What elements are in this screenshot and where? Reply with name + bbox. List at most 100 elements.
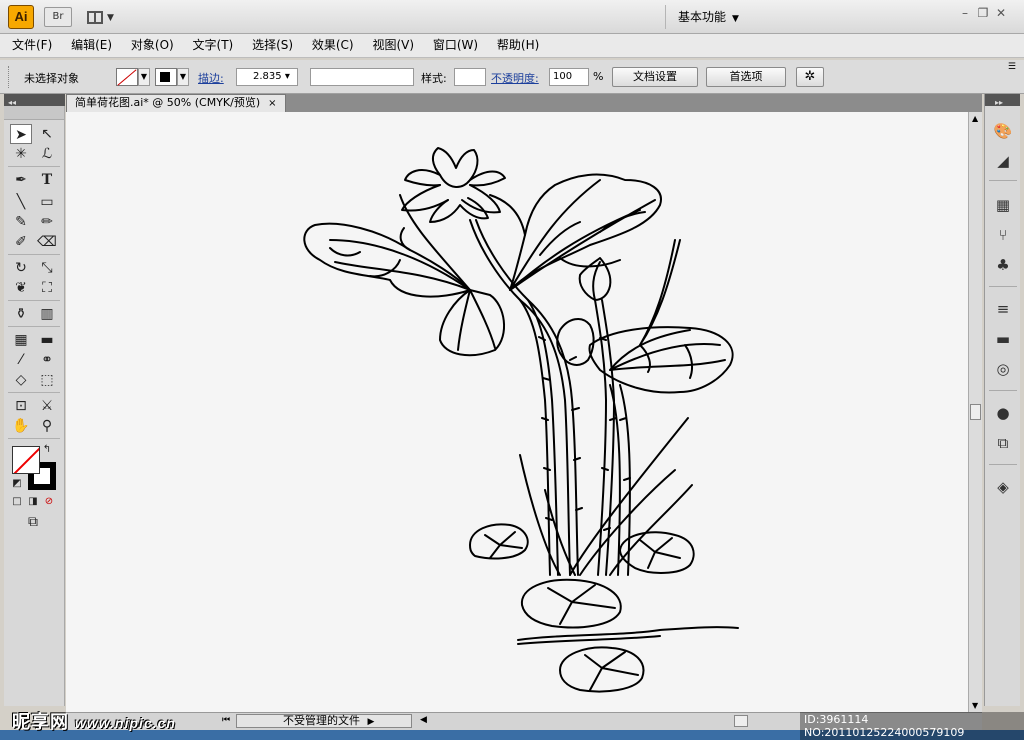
workspace-switcher[interactable]: 基本功能 ▼ <box>665 5 755 29</box>
stroke-weight-field[interactable]: 2.835 ▾ <box>236 68 298 86</box>
gradient-mode-icon[interactable]: ◨ <box>26 492 40 512</box>
layers-icon[interactable]: ◈ <box>991 476 1015 498</box>
color-guide-icon[interactable]: ◢ <box>991 150 1015 172</box>
brushes-icon[interactable]: ⑂ <box>991 224 1015 246</box>
none-mode-icon[interactable]: ⊘ <box>42 492 56 512</box>
menu-effect[interactable]: 效果(C) <box>312 34 354 56</box>
restore-icon[interactable]: ❐ <box>974 6 992 20</box>
type-tool-icon[interactable]: T <box>36 170 58 190</box>
pencil-tool-icon[interactable]: ✏ <box>36 212 58 232</box>
menu-window[interactable]: 窗口(W) <box>433 34 478 56</box>
opacity-field[interactable]: 100 <box>549 68 589 86</box>
vertical-scroll-thumb[interactable] <box>970 404 981 420</box>
artboard-canvas[interactable] <box>66 112 968 712</box>
graphic-styles-icon[interactable]: ⧉ <box>991 432 1015 454</box>
wand-options-button[interactable]: ✲ <box>796 67 824 87</box>
close-icon[interactable]: ✕ <box>992 6 1010 20</box>
divider <box>8 300 60 301</box>
panel-grip[interactable] <box>8 66 11 88</box>
direct-selection-tool-icon[interactable]: ↖ <box>36 124 58 144</box>
menu-help[interactable]: 帮助(H) <box>497 34 539 56</box>
scale-tool-icon[interactable]: ⤡ <box>36 258 58 278</box>
menu-object[interactable]: 对象(O) <box>131 34 174 56</box>
pen-tool-icon[interactable]: ✒ <box>10 170 32 190</box>
arrange-documents-button[interactable]: ▼ <box>82 7 118 27</box>
first-artboard-icon[interactable]: ⏮ <box>222 715 230 725</box>
swatches-icon[interactable]: ▦ <box>991 194 1015 216</box>
paintbrush-tool-icon[interactable]: ✎ <box>10 212 32 232</box>
stroke-swatch[interactable] <box>155 68 177 86</box>
default-colors-icon[interactable]: ◩ <box>10 474 24 494</box>
menu-view[interactable]: 视图(V) <box>372 34 414 56</box>
tools-collapse-strip[interactable]: ◂◂ <box>4 94 65 107</box>
document-setup-button[interactable]: 文档设置 <box>612 67 698 87</box>
menu-file[interactable]: 文件(F) <box>12 34 52 56</box>
scroll-down-icon[interactable]: ▼ <box>972 701 978 710</box>
live-paint-selection-tool-icon[interactable]: ⬚ <box>36 370 58 390</box>
app-logo[interactable]: Ai <box>8 5 34 29</box>
opacity-label[interactable]: 不透明度: <box>491 70 539 86</box>
magic-wand-icon: ✲ <box>804 69 816 84</box>
rotate-tool-icon[interactable]: ↻ <box>10 258 32 278</box>
color-palette-icon[interactable]: 🎨 <box>991 120 1015 142</box>
fill-color-icon[interactable] <box>12 446 40 474</box>
menu-type[interactable]: 文字(T) <box>193 34 234 56</box>
slice-tool-icon[interactable]: ⚔ <box>36 396 58 416</box>
stroke-weight-value: 2.835 <box>253 71 282 82</box>
selection-tool-icon[interactable]: ➤ <box>10 124 32 144</box>
bridge-button[interactable]: Br <box>44 7 72 27</box>
minimize-icon[interactable]: – <box>956 6 974 20</box>
variable-width-profile[interactable] <box>310 68 414 86</box>
horizontal-scroll-thumb[interactable] <box>734 715 748 727</box>
vertical-scrollbar[interactable]: ▲ ▼ <box>968 112 982 712</box>
divider <box>8 254 60 255</box>
scroll-left-icon[interactable]: ◀ <box>420 715 427 725</box>
hand-tool-icon[interactable]: ✋ <box>10 416 32 436</box>
symbols-icon[interactable]: ♣ <box>991 254 1015 276</box>
dock-collapse-strip[interactable]: ▸▸ <box>985 94 1020 107</box>
watermark-id: ID:3961114 NO:20110125224000579109 <box>800 712 1024 740</box>
menu-edit[interactable]: 编辑(E) <box>71 34 112 56</box>
artboard-tool-icon[interactable]: ⊡ <box>10 396 32 416</box>
close-tab-icon[interactable]: × <box>268 98 276 109</box>
mesh-tool-icon[interactable]: ▦ <box>10 330 32 350</box>
opacity-value: 100 <box>553 71 573 82</box>
eyedropper-tool-icon[interactable]: ⁄ <box>10 350 32 370</box>
eraser-tool-icon[interactable]: ⌫ <box>36 232 58 252</box>
appearance-icon[interactable]: ● <box>991 402 1015 424</box>
warp-tool-icon[interactable]: ❦ <box>10 278 32 298</box>
blob-brush-tool-icon[interactable]: ✐ <box>10 232 32 252</box>
live-paint-bucket-tool-icon[interactable]: ◇ <box>10 370 32 390</box>
fill-dropdown[interactable]: ▼ <box>138 68 150 86</box>
scroll-up-icon[interactable]: ▲ <box>972 114 978 123</box>
opacity-unit: % <box>593 70 604 83</box>
graphic-style-picker[interactable] <box>454 68 486 86</box>
swap-colors-icon[interactable]: ↰ <box>40 440 54 460</box>
line-tool-icon[interactable]: ╲ <box>10 192 32 212</box>
stroke-label[interactable]: 描边: <box>198 70 224 86</box>
stroke-dropdown[interactable]: ▼ <box>177 68 189 86</box>
lasso-tool-icon[interactable]: ℒ <box>36 144 58 164</box>
document-tab[interactable]: 简单荷花图.ai* @ 50% (CMYK/预览) × <box>66 94 286 112</box>
gradient-tool-icon[interactable]: ▬ <box>36 330 58 350</box>
gradient-panel-icon[interactable]: ▬ <box>991 328 1015 350</box>
style-label: 样式: <box>421 72 447 85</box>
graph-tool-icon[interactable]: ▥ <box>36 304 58 324</box>
screen-mode-icon[interactable]: ⧉ <box>22 512 44 532</box>
preferences-button[interactable]: 首选项 <box>706 67 786 87</box>
transparency-icon[interactable]: ◎ <box>991 358 1015 380</box>
panel-menu-icon[interactable]: ☰ <box>1008 62 1016 72</box>
file-status[interactable]: 不受管理的文件 ▶ <box>236 714 412 728</box>
color-mode-icon[interactable]: □ <box>10 492 24 512</box>
status-menu-icon[interactable]: ▶ <box>368 717 375 727</box>
zoom-tool-icon[interactable]: ⚲ <box>36 416 58 436</box>
blend-tool-icon[interactable]: ⚭ <box>36 350 58 370</box>
free-transform-tool-icon[interactable]: ⛶ <box>36 278 58 298</box>
fill-swatch[interactable] <box>116 68 138 86</box>
rectangle-tool-icon[interactable]: ▭ <box>36 192 58 212</box>
stroke-panel-icon[interactable]: ≡ <box>991 298 1015 320</box>
magic-wand-tool-icon[interactable]: ✳ <box>10 144 32 164</box>
symbol-sprayer-tool-icon[interactable]: ⚱ <box>10 304 32 324</box>
menu-select[interactable]: 选择(S) <box>252 34 293 56</box>
tools-panel-header[interactable] <box>4 106 64 120</box>
